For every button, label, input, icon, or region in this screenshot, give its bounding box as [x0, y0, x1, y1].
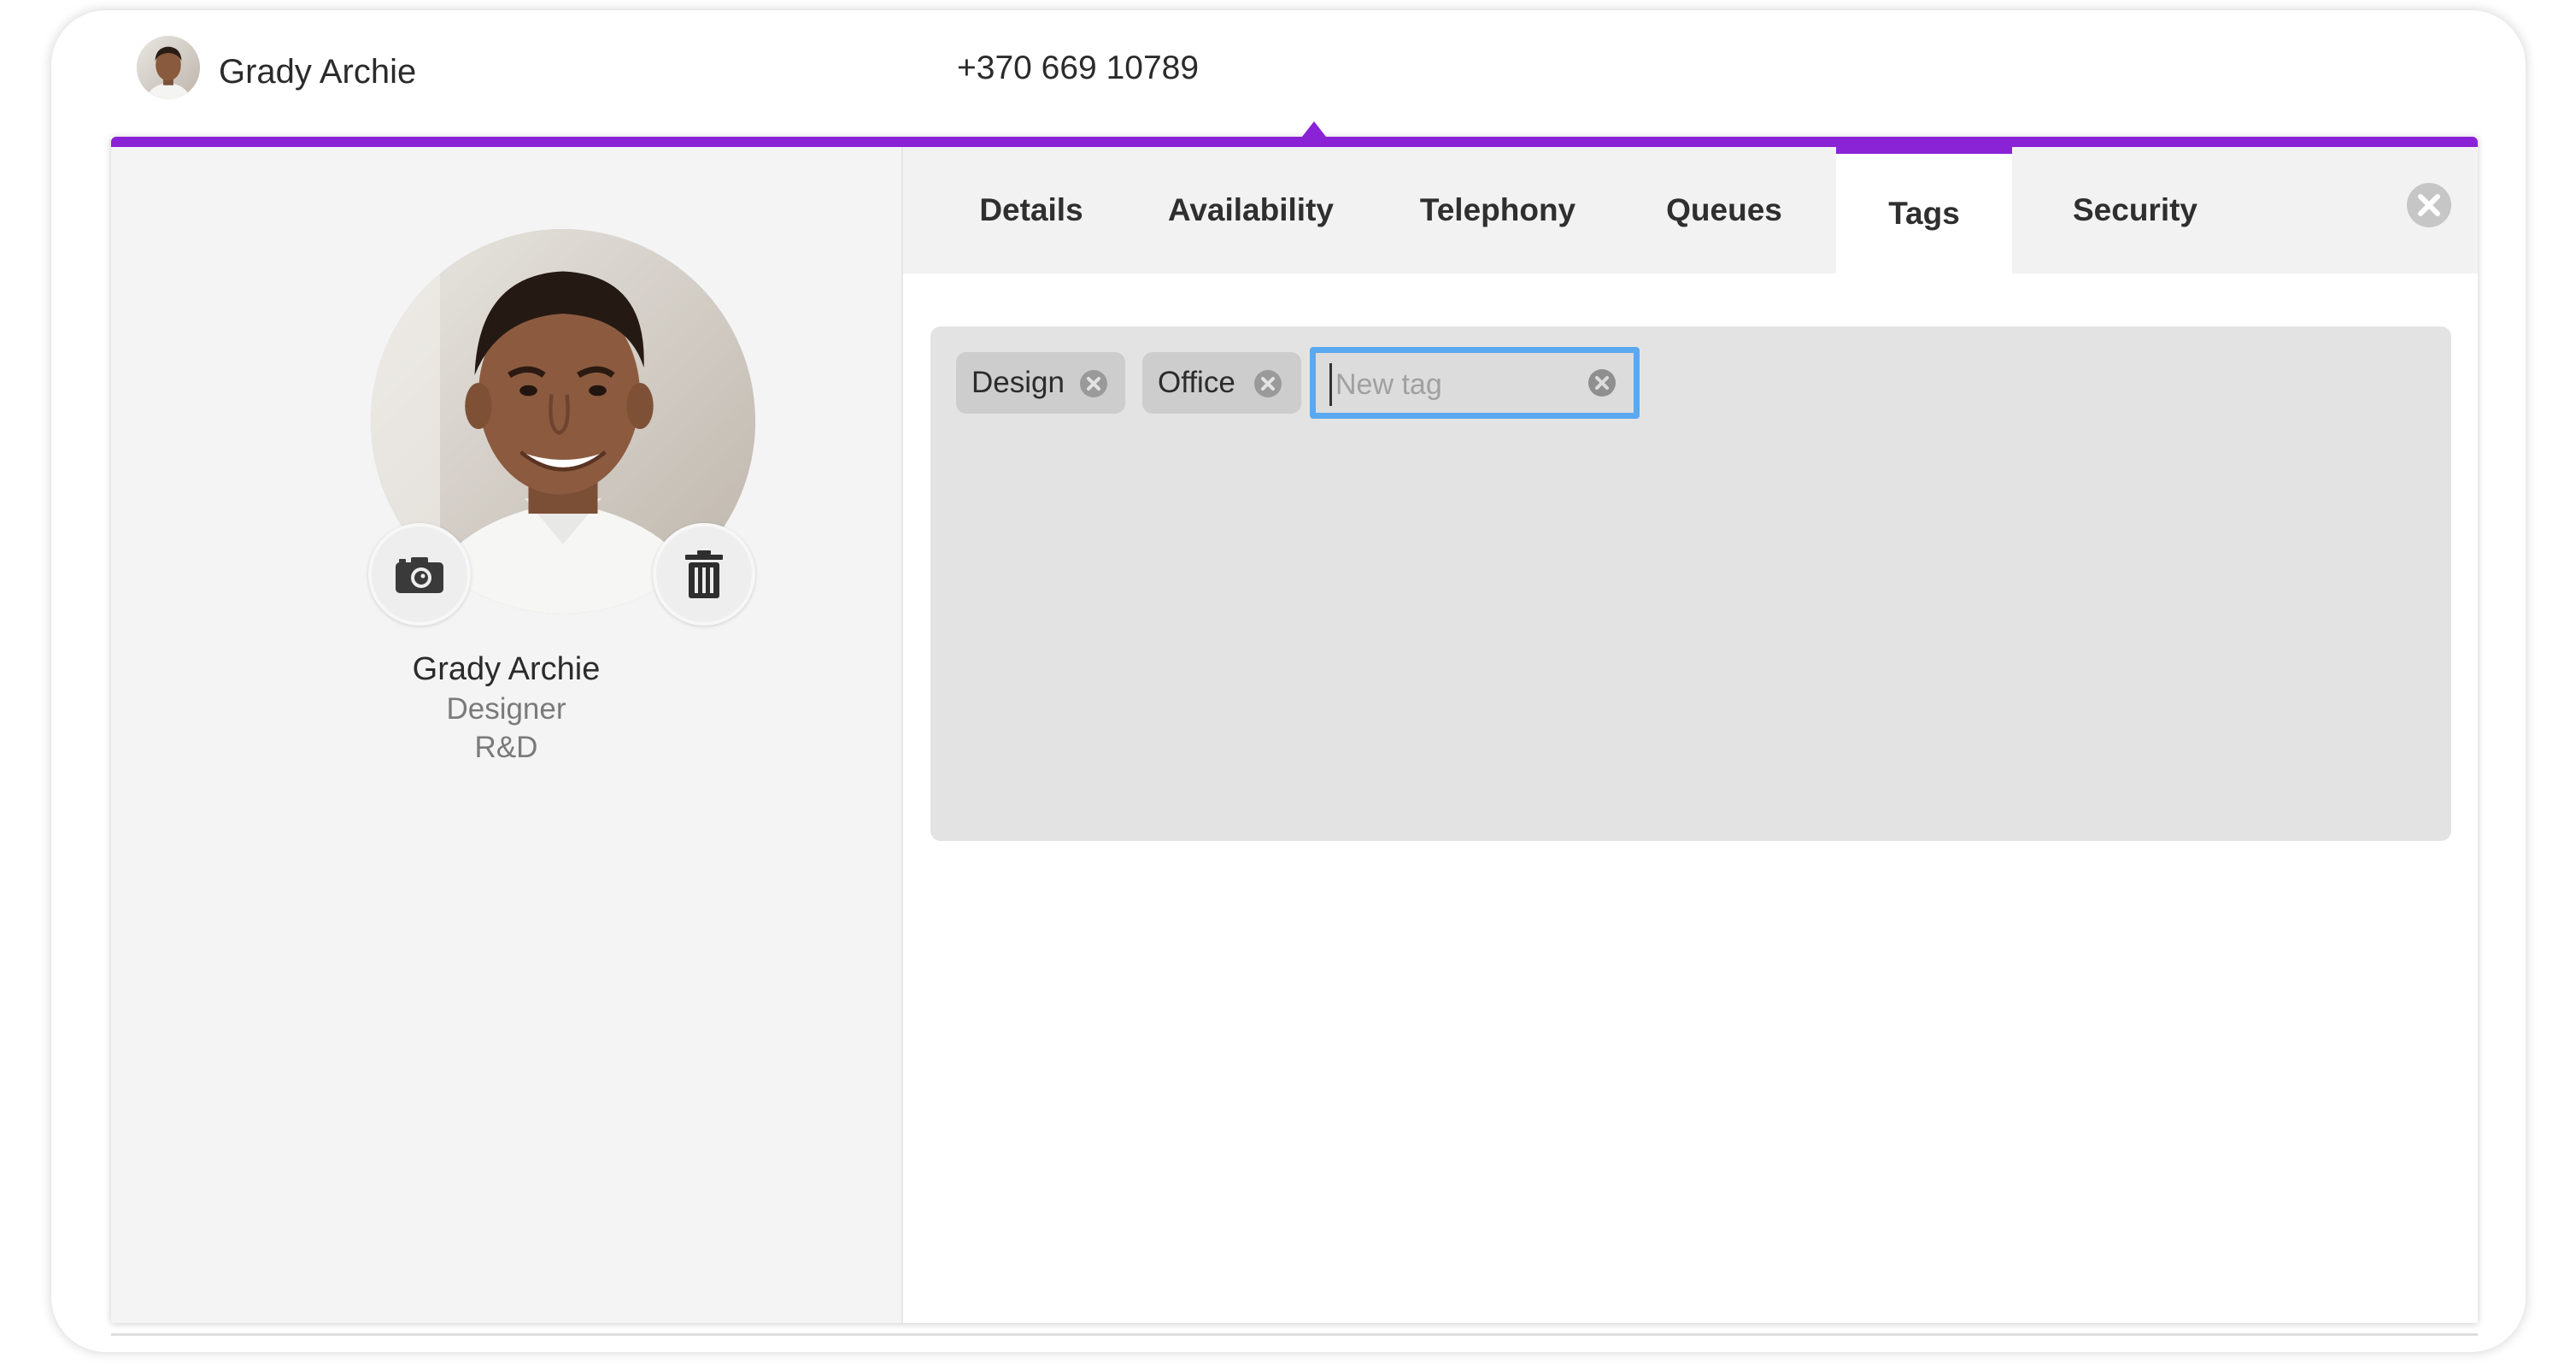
- panel-accent-bar: [111, 137, 2478, 147]
- header-avatar: [137, 36, 200, 99]
- tab-availability[interactable]: Availability: [1141, 147, 1361, 273]
- header-name: Grady Archie: [219, 53, 417, 91]
- tab-tags[interactable]: Tags: [1836, 147, 2012, 273]
- tag-chip-office: Office: [1142, 352, 1301, 414]
- tab-label: Telephony: [1419, 192, 1576, 227]
- tab-label: Security: [2072, 192, 2198, 227]
- camera-icon: [396, 557, 443, 593]
- profile-content: Details Availability Telephony Queues Ta…: [903, 147, 2478, 1323]
- tab-label: Availability: [1168, 192, 1334, 227]
- profile-card: Grady Archie +370 669 10789 Grady Archie…: [51, 10, 2526, 1352]
- tag-label: Design: [971, 366, 1065, 399]
- tag-label: Office: [1158, 366, 1235, 399]
- tab-label: Details: [979, 192, 1083, 227]
- profile-role: Designer: [446, 692, 566, 726]
- close-circle-icon[interactable]: [1079, 369, 1108, 398]
- close-circle-icon[interactable]: [1587, 368, 1617, 397]
- tab-details[interactable]: Details: [954, 147, 1108, 273]
- profile-department: R&D: [474, 731, 538, 764]
- profile-header[interactable]: Grady Archie +370 669 10789: [51, 10, 2526, 138]
- header-phone: +370 669 10789: [957, 50, 1200, 86]
- trash-icon: [685, 550, 723, 598]
- panel-pointer: [1302, 121, 1326, 137]
- tab-queues[interactable]: Queues: [1634, 147, 1814, 273]
- new-tag-field[interactable]: [1310, 347, 1640, 419]
- upload-photo-button[interactable]: [368, 523, 471, 626]
- close-circle-icon[interactable]: [1253, 369, 1282, 398]
- profile-sidebar: Grady Archie Designer R&D: [111, 147, 903, 1323]
- profile-panel: Grady Archie Designer R&D Details Availa…: [111, 121, 2478, 1323]
- close-panel-button[interactable]: [2405, 181, 2453, 229]
- profile-name: Grady Archie: [412, 651, 601, 687]
- tag-chip-design: Design: [956, 352, 1125, 414]
- close-circle-icon: [2407, 183, 2451, 227]
- footer-divider: [111, 1333, 2478, 1336]
- tab-label: Queues: [1666, 192, 1782, 227]
- new-tag-input[interactable]: [1329, 363, 1585, 406]
- tab-bar: Details Availability Telephony Queues Ta…: [903, 147, 2478, 273]
- tab-security[interactable]: Security: [2036, 147, 2234, 273]
- tags-editor[interactable]: Design Office: [930, 326, 2451, 841]
- tab-telephony[interactable]: Telephony: [1394, 147, 1602, 273]
- delete-photo-button[interactable]: [653, 523, 755, 626]
- tab-label: Tags: [1888, 196, 1960, 231]
